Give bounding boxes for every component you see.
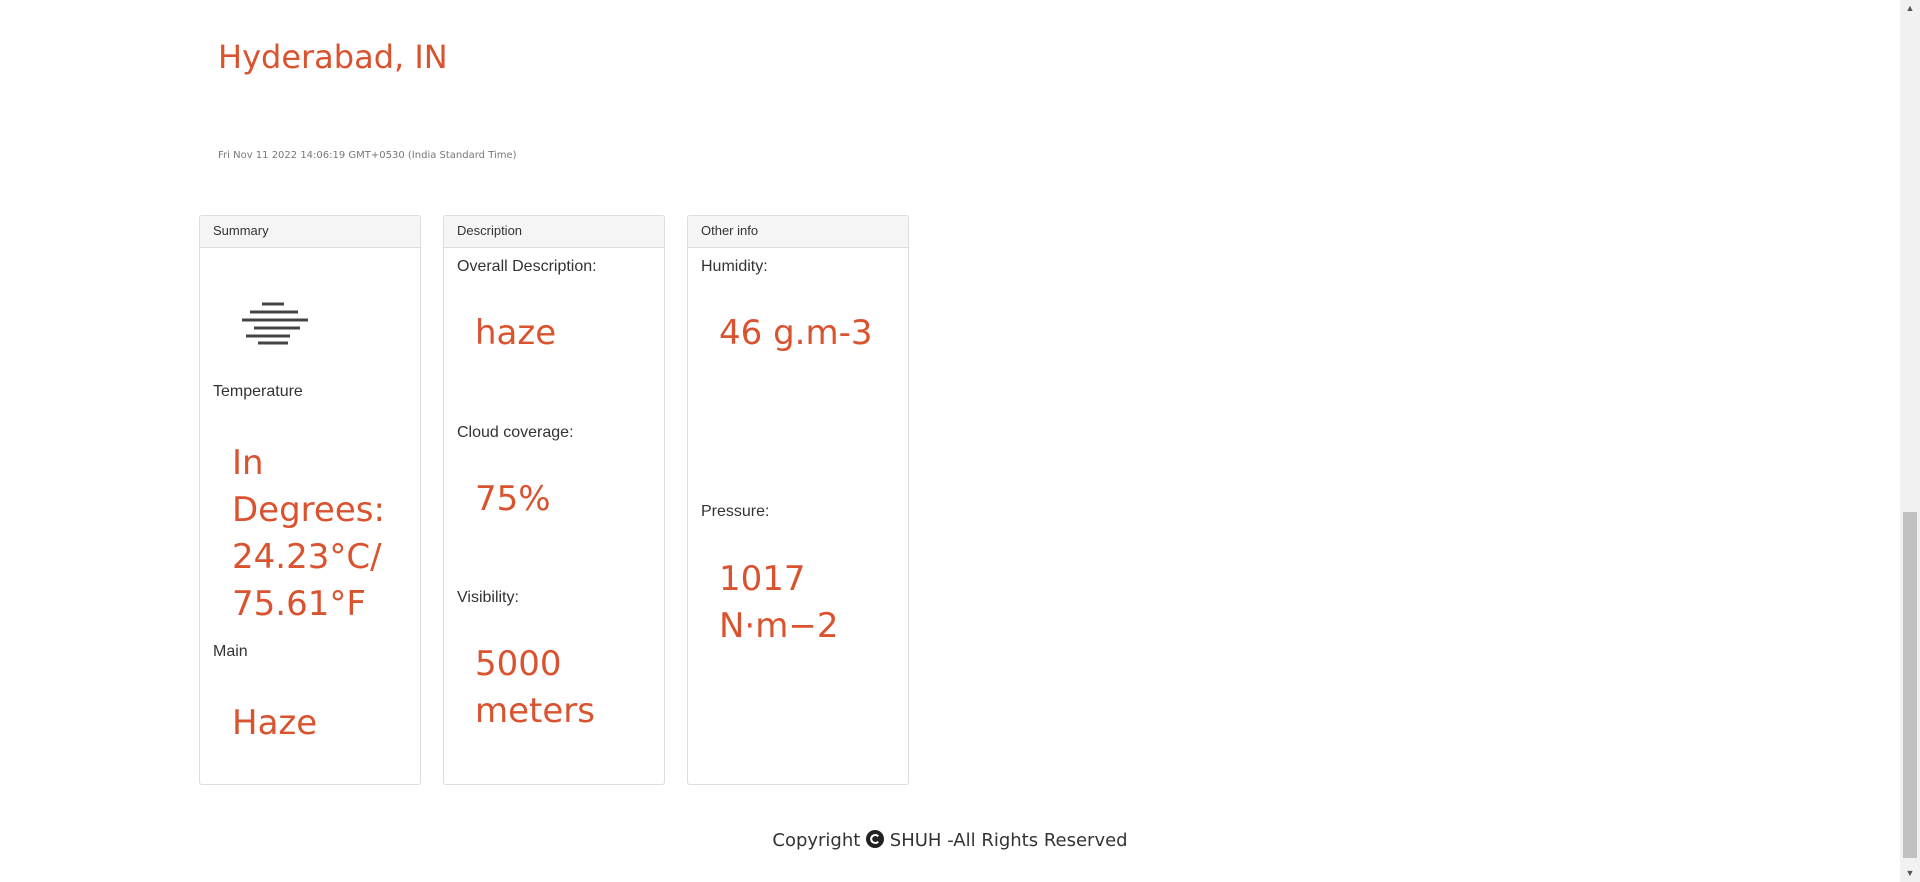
visibility-value: 5000 meters <box>475 641 655 735</box>
other-info-heading: Other info <box>688 216 908 248</box>
visibility-label: Visibility: <box>457 589 519 606</box>
footer-copyright: Copyright SHUH -All Rights Reserved <box>0 830 1900 851</box>
summary-heading: Summary <box>200 216 420 248</box>
temperature-label: Temperature <box>213 383 303 400</box>
scroll-up-arrow-icon[interactable]: ▲ <box>1900 0 1920 17</box>
weather-page: Hyderabad, IN Fri Nov 11 2022 14:06:19 G… <box>0 0 1920 882</box>
city-title: Hyderabad, IN <box>218 38 448 76</box>
copyright-prefix: Copyright <box>772 830 861 851</box>
haze-icon <box>242 302 308 345</box>
summary-panel: Summary Temperature In Degrees: 24.23°C/… <box>199 215 421 785</box>
visibility-line1: 5000 <box>475 644 562 684</box>
cloud-coverage-value: 75% <box>475 479 551 519</box>
scrollbar-thumb[interactable] <box>1903 512 1917 858</box>
temperature-line1: In Degrees: <box>232 443 385 530</box>
date-time: Fri Nov 11 2022 14:06:19 GMT+0530 (India… <box>218 150 517 161</box>
humidity-label: Humidity: <box>701 258 768 275</box>
overall-description-label: Overall Description: <box>457 258 597 275</box>
description-heading: Description <box>444 216 664 248</box>
visibility-line2: meters <box>475 691 595 731</box>
temperature-line2: 24.23°C/ <box>232 537 382 577</box>
pressure-line2: N·m−2 <box>719 606 839 646</box>
vertical-scrollbar[interactable]: ▲ ▼ <box>1900 0 1920 882</box>
pressure-label: Pressure: <box>701 503 770 520</box>
temperature-value: In Degrees: 24.23°C/ 75.61°F <box>232 440 412 628</box>
pressure-value: 1017 N·m−2 <box>719 556 899 650</box>
pressure-line1: 1017 <box>719 559 806 599</box>
description-panel: Description Overall Description: haze Cl… <box>443 215 665 785</box>
cloud-coverage-label: Cloud coverage: <box>457 424 574 441</box>
humidity-value: 46 g.m-3 <box>719 313 873 353</box>
overall-description-value: haze <box>475 313 557 353</box>
temperature-line3: 75.61°F <box>232 584 366 624</box>
scroll-down-arrow-icon[interactable]: ▼ <box>1900 865 1920 882</box>
other-info-panel: Other info Humidity: 46 g.m-3 Pressure: … <box>687 215 909 785</box>
main-value: Haze <box>232 703 318 743</box>
copyright-icon <box>866 830 885 848</box>
copyright-suffix: SHUH -All Rights Reserved <box>889 830 1128 851</box>
main-label: Main <box>213 643 248 660</box>
